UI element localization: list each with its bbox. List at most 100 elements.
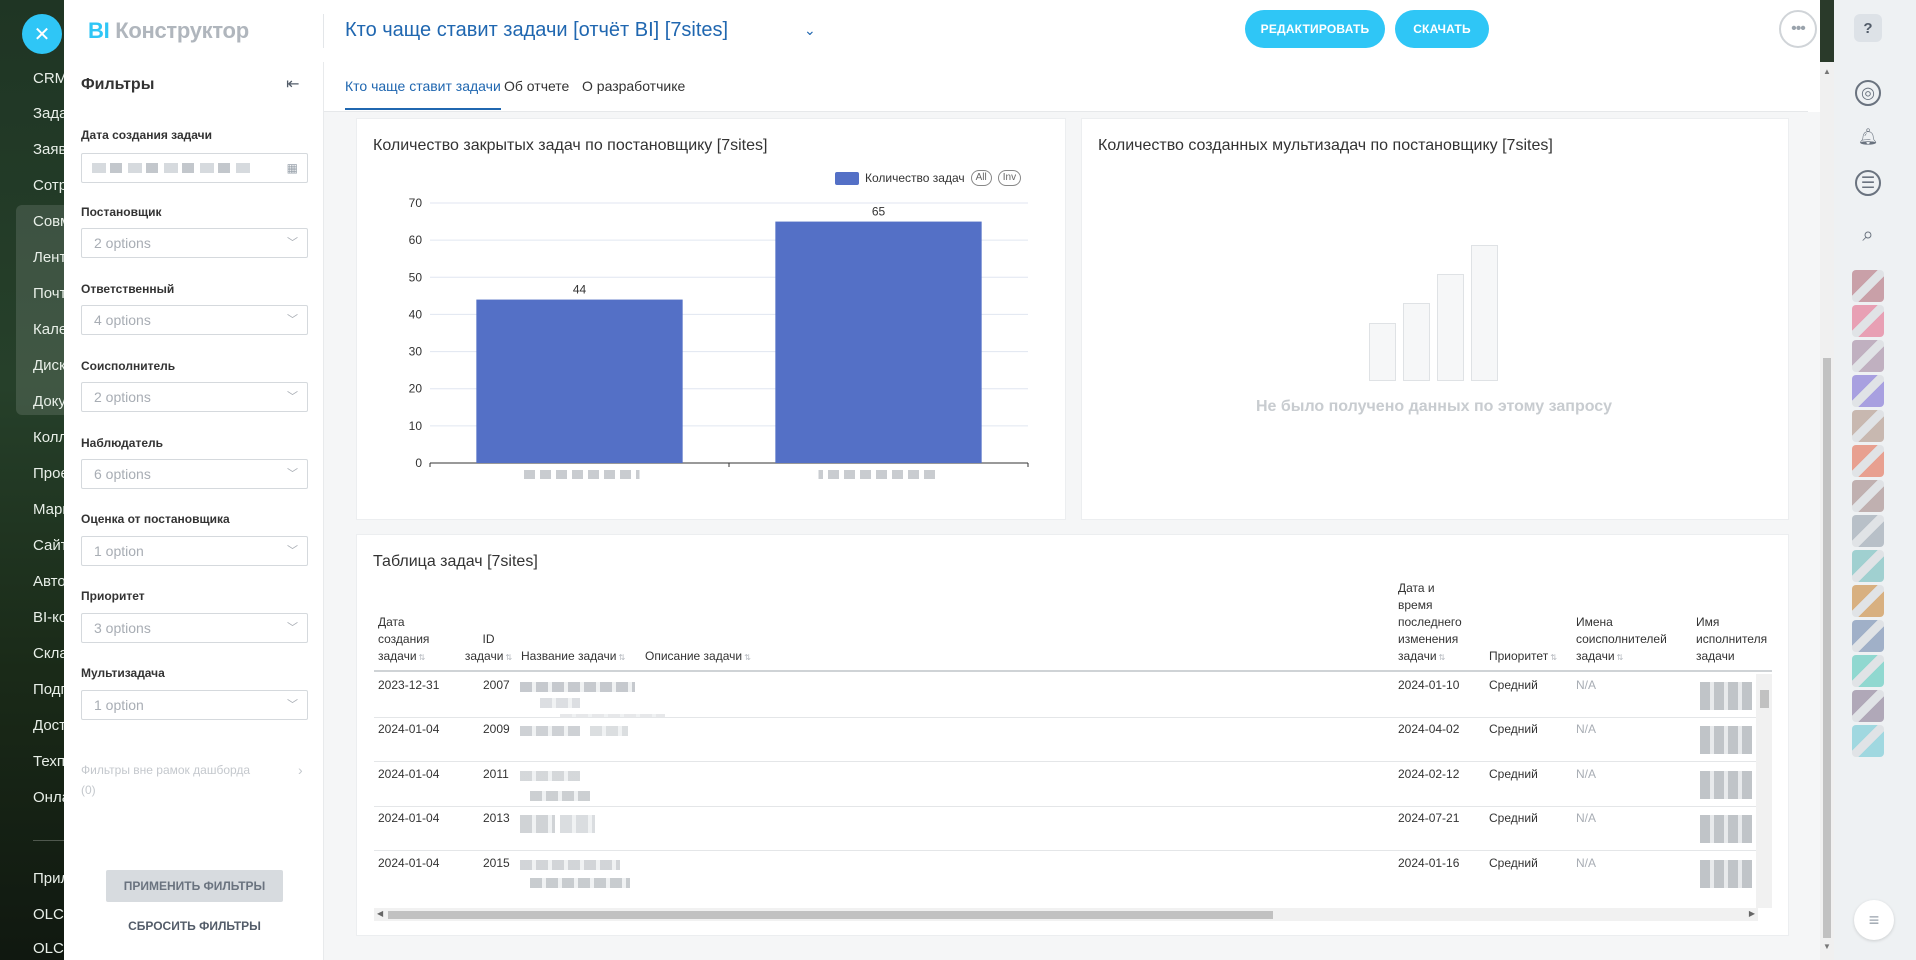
legend-select-all-button[interactable]: All [970, 170, 992, 186]
scrollbar-thumb[interactable] [1823, 358, 1831, 938]
column-header-task-name[interactable]: Название задачи ⇅ [521, 648, 641, 666]
filter-value: 1 option [94, 543, 144, 559]
column-header-last-modified[interactable]: Дата и время последнего изменения задачи… [1398, 580, 1472, 666]
background-menu-item: Кале [33, 321, 68, 338]
no-data-bar [1403, 303, 1430, 381]
user-avatar[interactable] [1852, 690, 1884, 722]
row-divider [374, 761, 1756, 762]
scroll-up-icon[interactable]: ▲ [1823, 67, 1831, 76]
sort-icon[interactable]: ⇅ [419, 653, 426, 662]
cell-task-id: 2011 [483, 767, 509, 781]
filter-multitask-select[interactable]: 1 option ﹀ [81, 690, 308, 720]
help-icon[interactable]: ? [1854, 14, 1882, 42]
filter-rating-select[interactable]: 1 option ﹀ [81, 536, 308, 566]
background-menu-item: CRM [33, 70, 68, 87]
filter-creator-select[interactable]: 2 options ﹀ [81, 228, 308, 258]
filter-priority-select[interactable]: 3 options ﹀ [81, 613, 308, 643]
bell-icon[interactable]: 🔔︎ [1855, 124, 1881, 150]
chevron-down-icon[interactable]: ⌄ [804, 22, 816, 39]
user-avatar[interactable] [1852, 550, 1884, 582]
user-avatar[interactable] [1852, 305, 1884, 337]
activity-icon[interactable]: ◎ [1855, 80, 1881, 106]
table-vertical-scrollbar[interactable] [1756, 674, 1772, 908]
column-header-priority[interactable]: Приоритет ⇅ [1489, 648, 1569, 666]
sort-icon[interactable]: ⇅ [1439, 653, 1446, 662]
edit-button[interactable]: РЕДАКТИРОВАТЬ [1245, 10, 1385, 48]
filter-label-created-date: Дата создания задачи [81, 128, 212, 142]
row-divider [374, 717, 1756, 718]
user-avatar[interactable] [1852, 725, 1884, 757]
collapse-sidebar-icon[interactable]: ⇤ [286, 74, 299, 94]
scrollbar-thumb[interactable] [1760, 690, 1769, 708]
user-avatar[interactable] [1852, 270, 1884, 302]
background-menu-item: Заяв [33, 141, 67, 158]
user-avatar[interactable] [1852, 340, 1884, 372]
y-tick-label: 20 [409, 382, 423, 396]
more-icon[interactable]: ••• [1779, 10, 1817, 48]
column-header-description[interactable]: Описание задачи ⇅ [645, 648, 785, 666]
column-header-label: Название задачи [521, 649, 617, 663]
tab-about-report[interactable]: Об отчете [504, 78, 569, 108]
user-avatar[interactable] [1852, 375, 1884, 407]
cell-coexecutors: N/A [1576, 767, 1597, 781]
scrollbar-thumb[interactable] [388, 911, 1273, 919]
close-button[interactable]: ✕ [22, 14, 62, 54]
tab-about-developer[interactable]: О разработчике [582, 78, 685, 108]
chat-icon[interactable]: ☰ [1855, 170, 1881, 196]
y-tick-label: 60 [409, 233, 423, 247]
tab-who-sets-tasks[interactable]: Кто чаще ставит задачи [345, 78, 501, 110]
apply-filters-button[interactable]: ПРИМЕНИТЬ ФИЛЬТРЫ [106, 870, 283, 902]
scroll-down-icon[interactable]: ▼ [1823, 942, 1831, 951]
user-avatar[interactable] [1852, 515, 1884, 547]
table-horizontal-scrollbar[interactable]: ◀ ▶ [374, 908, 1758, 921]
filter-responsible-select[interactable]: 4 options ﹀ [81, 305, 308, 335]
column-header-coexecutors[interactable]: Имена соисполнителей задачи ⇅ [1576, 614, 1691, 666]
cell-created-date: 2024-01-04 [378, 856, 440, 870]
report-title[interactable]: Кто чаще ставит задачи [отчёт BI] [7site… [345, 19, 728, 42]
download-button[interactable]: СКАЧАТЬ [1395, 10, 1489, 48]
legend-invert-button[interactable]: Inv [997, 170, 1022, 186]
sort-icon[interactable]: ⇅ [1550, 653, 1557, 662]
page-vertical-scrollbar[interactable]: ▲ ▼ [1820, 62, 1834, 960]
column-header-id[interactable]: ID задачи ⇅ [461, 631, 516, 666]
calendar-icon: ▦ [286, 161, 298, 175]
scroll-left-icon[interactable]: ◀ [377, 909, 383, 918]
header-divider [323, 14, 324, 48]
outside-filters[interactable]: Фильтры вне рамок дашборда (0) [81, 760, 281, 800]
header: BI Конструктор Кто чаще ставит задачи [о… [64, 0, 1820, 62]
legend-label[interactable]: Количество задач [865, 171, 965, 185]
y-tick-label: 10 [409, 419, 423, 433]
column-header-created-date[interactable]: Дата создания задачи ⇅ [378, 614, 453, 666]
user-avatar[interactable] [1852, 620, 1884, 652]
date-range-value [92, 163, 252, 173]
chevron-down-icon: ﹀ [287, 545, 298, 557]
reset-filters-button[interactable]: СБРОСИТЬ ФИЛЬТРЫ [106, 914, 283, 938]
sort-icon[interactable]: ⇅ [1617, 653, 1624, 662]
filter-observer-select[interactable]: 6 options ﹀ [81, 459, 308, 489]
filter-value: 2 options [94, 389, 151, 405]
sort-icon[interactable]: ⇅ [505, 653, 512, 662]
no-data-bar [1437, 274, 1464, 381]
outside-filters-label: Фильтры вне рамок дашборда [81, 763, 251, 777]
user-avatar[interactable] [1852, 655, 1884, 687]
scroll-right-icon[interactable]: ▶ [1749, 909, 1755, 918]
chevron-right-icon[interactable]: › [298, 762, 303, 778]
filter-coexecutor-select[interactable]: 2 options ﹀ [81, 382, 308, 412]
menu-list-icon[interactable]: ≡ [1854, 900, 1894, 940]
user-avatar[interactable] [1852, 410, 1884, 442]
legend-swatch[interactable] [835, 171, 859, 185]
row-divider [374, 850, 1756, 851]
search-icon[interactable]: ⌕ [1855, 222, 1881, 248]
cell-priority: Средний [1489, 678, 1538, 692]
user-avatar[interactable] [1852, 445, 1884, 477]
filter-created-date[interactable]: ▦ [81, 153, 308, 183]
cell-coexecutors: N/A [1576, 856, 1597, 870]
filter-value: 1 option [94, 697, 144, 713]
sort-icon[interactable]: ⇅ [619, 653, 626, 662]
filter-value: 3 options [94, 620, 151, 636]
sort-icon[interactable]: ⇅ [744, 653, 751, 662]
user-avatar[interactable] [1852, 585, 1884, 617]
column-header-executor[interactable]: Имя исполнителя задачи [1696, 614, 1774, 665]
cell-last-modified: 2024-07-21 [1398, 811, 1460, 825]
user-avatar[interactable] [1852, 480, 1884, 512]
